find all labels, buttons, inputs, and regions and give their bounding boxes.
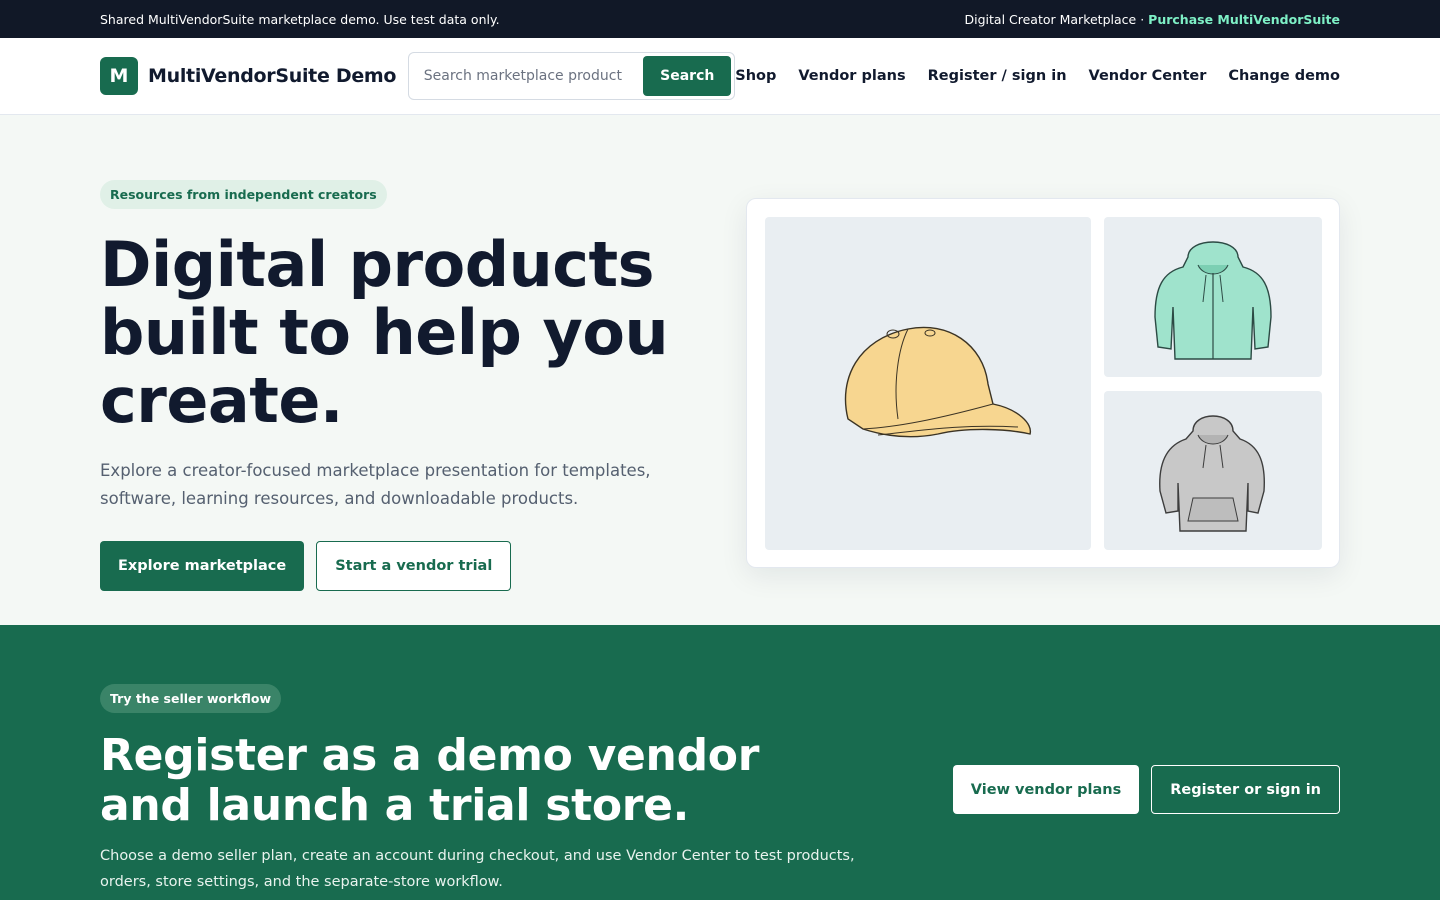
vendor-actions: View vendor plans Register or sign in — [952, 765, 1340, 814]
nav-vendor-plans[interactable]: Vendor plans — [798, 68, 905, 84]
product-tile-grey-hoodie[interactable] — [1104, 391, 1322, 550]
brand-link[interactable]: M MultiVendorSuite Demo — [100, 57, 408, 95]
vendor-description: Choose a demo seller plan, create an acc… — [100, 848, 855, 890]
hero-description: Explore a creator-focused marketplace pr… — [100, 461, 651, 508]
hero-title: Digital products built to help you creat… — [100, 228, 669, 437]
view-vendor-plans-button[interactable]: View vendor plans — [952, 765, 1140, 814]
register-or-sign-in-button[interactable]: Register or sign in — [1151, 765, 1340, 814]
topbar-right: Digital Creator Marketplace · Purchase M… — [965, 12, 1341, 27]
search-button[interactable]: Search — [643, 56, 732, 96]
nav-change-demo[interactable]: Change demo — [1228, 68, 1340, 84]
cap-illustration — [844, 326, 1031, 437]
nav-vendor-center[interactable]: Vendor Center — [1089, 68, 1207, 84]
brand-name: MultiVendorSuite Demo — [148, 65, 397, 87]
product-gallery — [746, 198, 1340, 568]
explore-marketplace-button[interactable]: Explore marketplace — [100, 541, 305, 591]
search-form: Search — [407, 52, 736, 100]
grey-hoodie-illustration — [1159, 415, 1265, 532]
demo-notice: Shared MultiVendorSuite marketplace demo… — [100, 11, 500, 27]
logo-icon: M — [100, 57, 138, 95]
vendor-badge: Try the seller workflow — [100, 684, 282, 713]
purchase-link[interactable]: Purchase MultiVendorSuite — [1148, 12, 1340, 27]
start-vendor-trial-button[interactable]: Start a vendor trial — [316, 541, 512, 591]
nav-register-sign-in[interactable]: Register / sign in — [928, 68, 1067, 84]
product-tile-cap[interactable] — [765, 217, 1091, 550]
nav-shop[interactable]: Shop — [735, 68, 776, 84]
marketplace-tagline: Digital Creator Marketplace · — [964, 11, 1145, 27]
vendor-cta-section: Try the seller workflow Register as a de… — [0, 625, 1440, 900]
hero-badge: Resources from independent creators — [100, 180, 387, 209]
product-tile-mint-hoodie[interactable] — [1104, 217, 1322, 377]
announcement-bar: Shared MultiVendorSuite marketplace demo… — [0, 0, 1440, 38]
vendor-title: Register as a demo vendor and launch a t… — [100, 730, 760, 831]
main-nav: Shop Vendor plans Register / sign in Ven… — [735, 68, 1340, 84]
mint-hoodie-illustration — [1154, 241, 1272, 360]
site-header: M MultiVendorSuite Demo Search Shop Vend… — [0, 38, 1440, 115]
search-input[interactable] — [411, 68, 644, 84]
hero-section: Resources from independent creators Digi… — [0, 115, 1440, 625]
